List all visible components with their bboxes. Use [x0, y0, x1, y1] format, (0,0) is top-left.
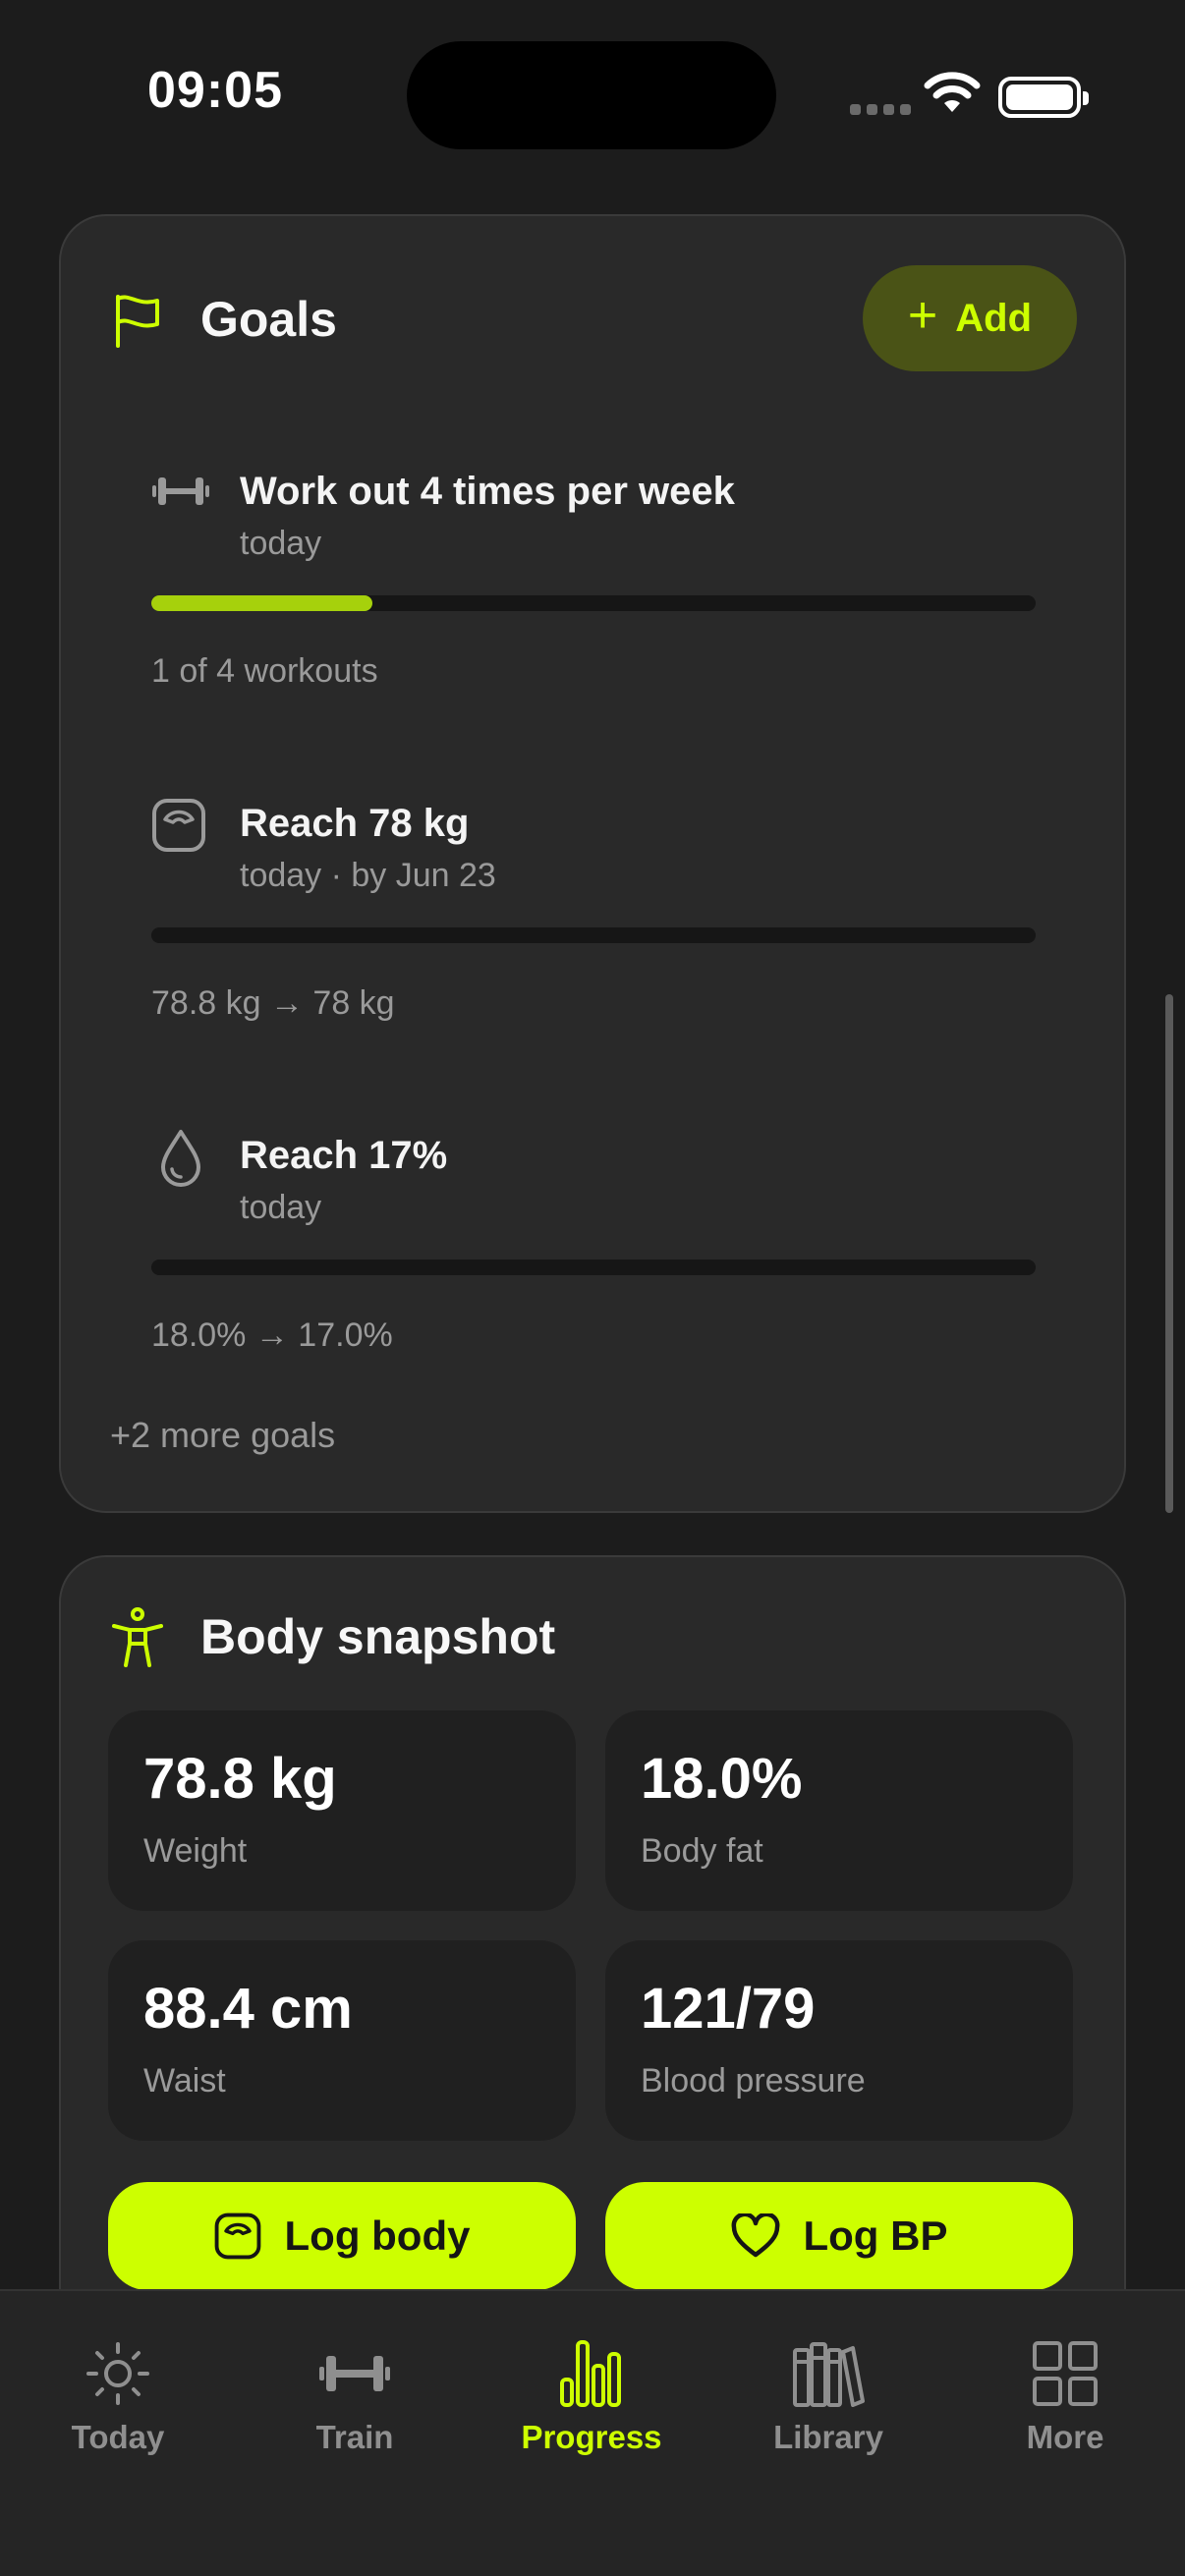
- scrollbar[interactable]: [1165, 994, 1173, 1513]
- tab-more[interactable]: More: [967, 2340, 1163, 2456]
- tab-label: Progress: [521, 2419, 662, 2455]
- books-icon: [793, 2342, 865, 2407]
- tab-label: Train: [315, 2419, 394, 2455]
- status-bar: 09:05: [0, 0, 1185, 196]
- metric-label: Waist: [143, 2062, 226, 2100]
- sun-icon: [86, 2342, 149, 2405]
- flag-icon: [116, 295, 159, 348]
- metric-label: Blood pressure: [641, 2062, 866, 2100]
- heart-icon: [731, 2213, 779, 2258]
- goal-item[interactable]: Work out 4 times per week today 1 of 4 w…: [151, 462, 1036, 717]
- metric-body-fat[interactable]: 18.0% Body fat: [605, 1710, 1073, 1911]
- tab-today[interactable]: Today: [20, 2340, 216, 2456]
- status-time: 09:05: [147, 62, 283, 119]
- goal-subtitle: today: [240, 1189, 322, 1226]
- tab-train[interactable]: Train: [256, 2340, 453, 2456]
- body-snapshot-title: Body snapshot: [200, 1609, 556, 1664]
- person-icon: [112, 1607, 163, 1667]
- goal-title: Reach 78 kg: [240, 802, 470, 845]
- metric-blood-pressure[interactable]: 121/79 Blood pressure: [605, 1940, 1073, 2141]
- goal-progress-bar: [151, 927, 1036, 943]
- metric-value: 88.4 cm: [143, 1977, 353, 2041]
- goal-detail: 78.8 kg → 78 kg: [151, 984, 395, 1022]
- wifi-icon: [924, 72, 981, 112]
- tab-bar: Today Train Progress Library More: [0, 2289, 1185, 2576]
- metric-value: 121/79: [641, 1977, 816, 2041]
- tab-progress[interactable]: Progress: [493, 2340, 690, 2456]
- goal-item[interactable]: Reach 17% today 18.0% → 17.0%: [151, 1126, 1036, 1381]
- metric-value: 78.8 kg: [143, 1747, 337, 1811]
- goals-title: Goals: [200, 292, 337, 347]
- scale-icon: [152, 799, 205, 852]
- tab-label: Library: [773, 2419, 883, 2455]
- metric-label: Weight: [143, 1832, 248, 1870]
- goal-title: Work out 4 times per week: [240, 470, 735, 513]
- tab-label: More: [1026, 2419, 1104, 2455]
- add-goal-button[interactable]: + Add: [863, 265, 1077, 371]
- bar-chart-icon: [560, 2340, 621, 2407]
- dumbbell-icon: [152, 477, 209, 505]
- log-bp-label: Log BP: [803, 2212, 948, 2259]
- log-body-label: Log body: [284, 2212, 471, 2259]
- tab-library[interactable]: Library: [730, 2340, 927, 2456]
- goal-detail: 18.0% → 17.0%: [151, 1316, 393, 1354]
- metric-label: Body fat: [641, 1832, 763, 1870]
- battery-icon: [998, 77, 1089, 118]
- cellular-signal-icon: [850, 104, 911, 115]
- scale-icon: [214, 2212, 260, 2260]
- metric-value: 18.0%: [641, 1747, 803, 1811]
- goal-subtitle: today · by Jun 23: [240, 857, 496, 894]
- metric-waist[interactable]: 88.4 cm Waist: [108, 1940, 576, 2141]
- drop-icon: [161, 1130, 200, 1187]
- goals-card: Goals + Add Work out 4 times per week to…: [59, 214, 1126, 1513]
- goal-detail: 1 of 4 workouts: [151, 652, 378, 690]
- goal-subtitle: today: [240, 525, 322, 562]
- goal-progress-bar: [151, 595, 1036, 611]
- more-goals-link[interactable]: +2 more goals: [110, 1415, 335, 1456]
- goal-progress-bar: [151, 1260, 1036, 1275]
- plus-icon: +: [907, 287, 938, 344]
- log-body-button[interactable]: Log body: [108, 2182, 576, 2290]
- add-goal-label: Add: [955, 296, 1033, 340]
- grid-icon: [1033, 2341, 1098, 2406]
- dynamic-island: [407, 41, 776, 149]
- goal-item[interactable]: Reach 78 kg today · by Jun 23 78.8 kg → …: [151, 794, 1036, 1049]
- dumbbell-icon: [319, 2356, 390, 2391]
- log-bp-button[interactable]: Log BP: [605, 2182, 1073, 2290]
- goal-title: Reach 17%: [240, 1134, 448, 1177]
- metric-weight[interactable]: 78.8 kg Weight: [108, 1710, 576, 1911]
- goal-progress-fill: [151, 595, 372, 611]
- tab-label: Today: [71, 2419, 165, 2455]
